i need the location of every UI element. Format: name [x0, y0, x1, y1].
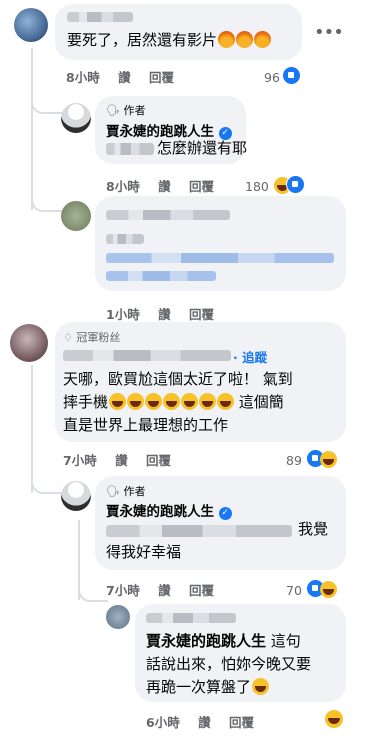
blurred-mention — [106, 525, 292, 537]
like-reaction-icon — [281, 66, 301, 85]
laughing-emoji-icon — [127, 393, 145, 410]
thread-line-branch — [78, 586, 108, 602]
like-button[interactable]: 讚 — [118, 70, 131, 85]
comment-actions: 6小時 讚 回覆 — [146, 712, 268, 731]
comment-text-line: 再跪一次算盤了 — [146, 676, 270, 698]
blurred-username — [146, 613, 236, 623]
like-reaction-icon — [285, 175, 305, 194]
comment-text: 怎麼辦還有耶 — [157, 139, 248, 157]
fan-badge: ♢ 冠軍粉丝 — [63, 331, 121, 344]
angry-emoji-icon — [254, 31, 272, 48]
haha-reaction-icon — [325, 710, 343, 728]
avatar[interactable] — [14, 8, 48, 42]
diamond-icon: 🗣 — [106, 485, 120, 498]
comment-time[interactable]: 8小時 — [106, 179, 140, 194]
reply-button[interactable]: 回覆 — [229, 715, 254, 730]
comment-actions: 8小時 讚 回覆 — [66, 67, 188, 86]
like-button[interactable]: 讚 — [115, 453, 128, 468]
diamond-icon: ♢ — [63, 331, 73, 344]
comment-text: 要死了，居然還有影片 — [67, 29, 272, 51]
thread-line — [31, 48, 33, 210]
comment-text-line: 賈永婕的跑跳人生 這句 — [146, 632, 301, 650]
reaction-count[interactable]: 180 — [245, 175, 305, 194]
reaction-count[interactable]: 70 — [286, 579, 337, 598]
verified-badge-icon: ✓ — [218, 507, 232, 520]
comment-text-line: 得我好幸福 — [106, 543, 182, 561]
blurred-link[interactable] — [106, 253, 334, 263]
comment-time[interactable]: 1小時 — [106, 307, 140, 322]
avatar[interactable] — [61, 201, 91, 231]
blurred-username — [63, 350, 231, 361]
comment-time[interactable]: 7小時 — [63, 453, 97, 468]
laughing-emoji-icon — [199, 393, 217, 410]
thread-line-branch — [31, 478, 63, 494]
comment-actions: 7小時 讚 回覆 — [106, 580, 228, 599]
angry-emoji-icon — [218, 31, 236, 48]
comment-actions: 7小時 讚 回覆 — [63, 450, 185, 469]
haha-reaction-icon — [319, 581, 337, 598]
laughing-emoji-icon — [217, 393, 235, 410]
comment-text-line: 天哪，歐買尬這個太近了啦！ 氣到 — [63, 370, 293, 388]
more-options-icon[interactable]: ••• — [314, 22, 344, 43]
laughing-emoji-icon — [181, 393, 199, 410]
thread-line-branch — [31, 98, 63, 114]
blurred-link[interactable] — [106, 271, 216, 281]
reply-button[interactable]: 回覆 — [149, 70, 174, 85]
reply-button[interactable]: 回覆 — [189, 307, 214, 322]
comment-time[interactable]: 6小時 — [146, 715, 180, 730]
like-button[interactable]: 讚 — [158, 583, 171, 598]
blurred-username — [67, 12, 133, 22]
diamond-icon: 🗣 — [106, 104, 120, 117]
comment-actions: 8小時 讚 回覆 — [106, 176, 228, 195]
blurred-username — [106, 210, 230, 220]
like-button[interactable]: 讚 — [198, 715, 211, 730]
angry-emoji-icon — [236, 31, 254, 48]
laughing-emoji-icon — [163, 393, 181, 410]
reply-button[interactable]: 回覆 — [146, 453, 171, 468]
laughing-emoji-icon — [109, 393, 127, 410]
laughing-emoji-icon — [252, 678, 270, 695]
blurred-mention — [106, 143, 154, 155]
comment-text-line: 話說出來，怕妳今晚又要 — [146, 655, 312, 673]
reaction-count[interactable] — [324, 710, 343, 728]
avatar[interactable] — [61, 481, 91, 511]
reply-button[interactable]: 回覆 — [189, 179, 214, 194]
avatar[interactable] — [10, 324, 48, 362]
avatar[interactable] — [61, 103, 91, 133]
like-button[interactable]: 讚 — [158, 307, 171, 322]
author-name[interactable]: 賈永婕的跑跳人生 ✓ — [106, 500, 232, 520]
thread-line-branch — [31, 196, 63, 212]
like-button[interactable]: 讚 — [158, 179, 171, 194]
comment-actions: 1小時 讚 回覆 — [106, 304, 228, 323]
reaction-count[interactable]: 96 — [264, 66, 301, 85]
comment-text-line: 直是世界上最理想的工作 — [63, 416, 229, 434]
comment-time[interactable]: 8小時 — [66, 70, 100, 85]
author-badge: 🗣 作者 — [106, 485, 146, 498]
reaction-count[interactable]: 89 — [286, 449, 337, 468]
comment-text-line: 我覺 — [298, 520, 329, 538]
mention-link[interactable]: 賈永婕的跑跳人生 — [146, 632, 266, 650]
avatar[interactable] — [106, 605, 130, 629]
comment-time[interactable]: 7小時 — [106, 583, 140, 598]
reply-button[interactable]: 回覆 — [189, 583, 214, 598]
follow-link[interactable]: · 追蹤 — [233, 347, 267, 366]
author-badge: 🗣 作者 — [106, 104, 146, 117]
haha-reaction-icon — [319, 451, 337, 468]
thread-line — [31, 365, 33, 493]
blurred-text — [106, 234, 144, 244]
comment-text-line: 摔手機 這個簡 — [63, 393, 284, 411]
laughing-emoji-icon — [145, 393, 163, 410]
